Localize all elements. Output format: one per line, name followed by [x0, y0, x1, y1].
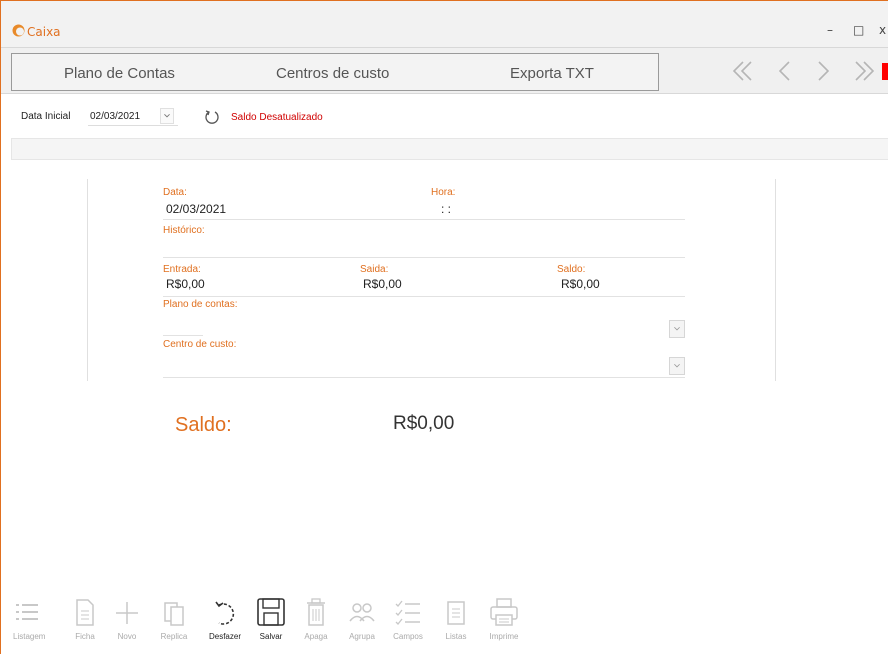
first-icon[interactable] [731, 60, 757, 82]
tab-plano-de-contas[interactable]: Plano de Contas [64, 65, 175, 82]
data-label: Data: [163, 187, 187, 198]
undo-icon [215, 601, 235, 625]
salvar-label: Salvar [259, 632, 283, 641]
plano-field[interactable] [163, 335, 203, 336]
hora-field[interactable]: : : [441, 202, 451, 216]
group-icon [349, 603, 375, 622]
apaga-label: Apaga [304, 632, 328, 641]
saldo-summary-label: Saldo: [175, 414, 232, 436]
close-button[interactable]: x [879, 23, 886, 37]
trash-icon [307, 598, 325, 626]
printer-icon [490, 598, 518, 626]
ficha-label: Ficha [75, 632, 95, 641]
saida-label: Saida: [360, 264, 389, 275]
tab-centros-de-custo[interactable]: Centros de custo [276, 65, 389, 82]
ficha-button[interactable]: Ficha [73, 597, 97, 641]
title-bar: Caixa – □ x [1, 1, 888, 47]
plano-label: Plano de contas: [163, 299, 238, 310]
imprime-button[interactable]: Imprime [485, 597, 523, 641]
form-right-border [775, 179, 776, 381]
bottom-toolbar: Listagem Ficha Novo Replica Desfazer Sal… [1, 597, 888, 654]
form-left-border [87, 179, 88, 381]
agrupa-label: Agrupa [349, 632, 375, 641]
apaga-button[interactable]: Apaga [301, 597, 331, 641]
info-bar [11, 138, 888, 160]
save-icon [257, 598, 285, 626]
chevron-down-icon[interactable] [669, 320, 685, 338]
window-title: Caixa [27, 25, 61, 39]
novo-button[interactable]: Novo [113, 597, 141, 641]
minimize-button[interactable]: – [827, 23, 833, 37]
campos-label: Campos [393, 632, 423, 641]
historico-label: Histórico: [163, 225, 205, 236]
agrupa-button[interactable]: Agrupa [344, 597, 380, 641]
lists-icon [447, 601, 465, 625]
listagem-label: Listagem [13, 632, 46, 641]
listas-label: Listas [445, 632, 467, 641]
centro-label: Centro de custo: [163, 339, 237, 350]
campos-button[interactable]: Campos [390, 597, 426, 641]
last-icon[interactable] [851, 60, 877, 82]
saida-field[interactable]: R$0,00 [363, 277, 402, 291]
chevron-down-icon[interactable] [160, 108, 174, 124]
tab-bar: Plano de Contas Centros de custo Exporta… [1, 47, 888, 94]
entrada-field[interactable]: R$0,00 [166, 277, 205, 291]
salvar-button[interactable]: Salvar [255, 597, 287, 641]
centro-field[interactable] [163, 377, 685, 378]
next-icon[interactable] [811, 60, 837, 82]
checklist-icon [395, 600, 420, 625]
tab-group: Plano de Contas Centros de custo Exporta… [11, 53, 659, 91]
historico-field[interactable] [163, 257, 685, 258]
saldo-label: Saldo: [557, 264, 586, 275]
date-value: 02/03/2021 [90, 111, 141, 122]
listas-button[interactable]: Listas [442, 597, 470, 641]
imprime-label: Imprime [489, 632, 519, 641]
chevron-down-icon[interactable] [669, 357, 685, 375]
saldo-field: R$0,00 [561, 277, 600, 291]
tab-exporta-txt[interactable]: Exporta TXT [510, 65, 594, 82]
doc-icon [76, 599, 94, 626]
listagem-button[interactable]: Listagem [13, 597, 46, 641]
status-text: Saldo Desatualizado [231, 112, 323, 123]
replica-button[interactable]: Replica [158, 597, 190, 641]
hora-label: Hora: [431, 187, 456, 198]
replica-label: Replica [160, 632, 188, 641]
saldo-summary-value: R$0,00 [393, 413, 455, 434]
date-label: Data Inicial [21, 111, 71, 122]
refresh-icon[interactable] [204, 109, 220, 125]
entrada-label: Entrada: [163, 264, 201, 275]
filter-row: Data Inicial 02/03/2021 Saldo Desatualiz… [1, 95, 888, 137]
data-field[interactable]: 02/03/2021 [166, 202, 226, 216]
caixa-logo-icon [12, 24, 25, 37]
maximize-button[interactable]: □ [853, 23, 864, 37]
plus-icon [116, 602, 138, 624]
novo-label: Novo [117, 632, 137, 641]
desfazer-button[interactable]: Desfazer [204, 597, 246, 641]
copy-icon [164, 602, 184, 626]
list-icon [16, 604, 38, 620]
prev-icon[interactable] [773, 60, 799, 82]
divider [163, 219, 685, 220]
nav-red-marker [882, 63, 888, 80]
desfazer-label: Desfazer [208, 632, 241, 641]
date-picker[interactable]: 02/03/2021 [88, 108, 178, 126]
divider [163, 296, 685, 297]
